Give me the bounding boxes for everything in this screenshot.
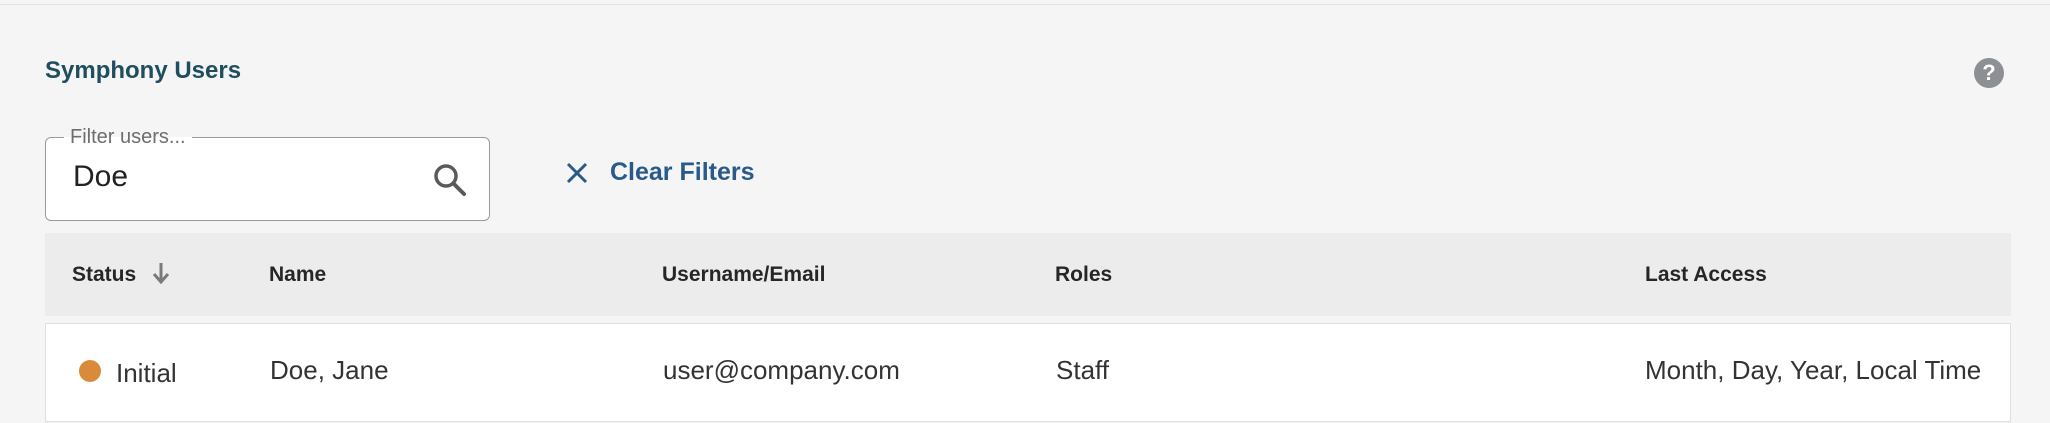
- arrow-down-icon[interactable]: [150, 260, 172, 286]
- filter-users-field[interactable]: Filter users...: [45, 125, 490, 221]
- row-username: user@company.com: [663, 355, 900, 385]
- search-icon[interactable]: [430, 160, 470, 200]
- column-header-name[interactable]: Name: [269, 233, 326, 316]
- column-header-last-access[interactable]: Last Access: [1645, 233, 1767, 316]
- page-title: Symphony Users: [45, 57, 242, 84]
- close-icon: [566, 162, 588, 183]
- row-roles: Staff: [1056, 355, 1110, 385]
- users-panel: Symphony Users ? Filter users... Clear F…: [0, 4, 2050, 422]
- column-header-username[interactable]: Username/Email: [662, 233, 825, 316]
- column-header-status[interactable]: Status: [72, 233, 172, 316]
- row-status: Initial: [116, 358, 177, 388]
- row-name: Doe, Jane: [270, 355, 389, 385]
- table-row[interactable]: Initial Doe, Jane user@company.com Staff…: [45, 323, 2011, 422]
- filter-users-input[interactable]: [73, 160, 393, 194]
- help-circle-icon[interactable]: ?: [1974, 58, 2004, 88]
- filter-users-legend: Filter users...: [64, 125, 192, 149]
- clear-filters-button[interactable]: Clear Filters: [564, 158, 755, 187]
- column-header-status-label: Status: [72, 263, 137, 286]
- clear-filters-label: Clear Filters: [610, 158, 755, 186]
- status-indicator-dot: [79, 360, 101, 382]
- column-header-roles[interactable]: Roles: [1055, 233, 1112, 316]
- row-last-access: Month, Day, Year, Local Time: [1645, 355, 1982, 385]
- table-header: Status Name Username/Email Roles Last Ac…: [45, 233, 2011, 316]
